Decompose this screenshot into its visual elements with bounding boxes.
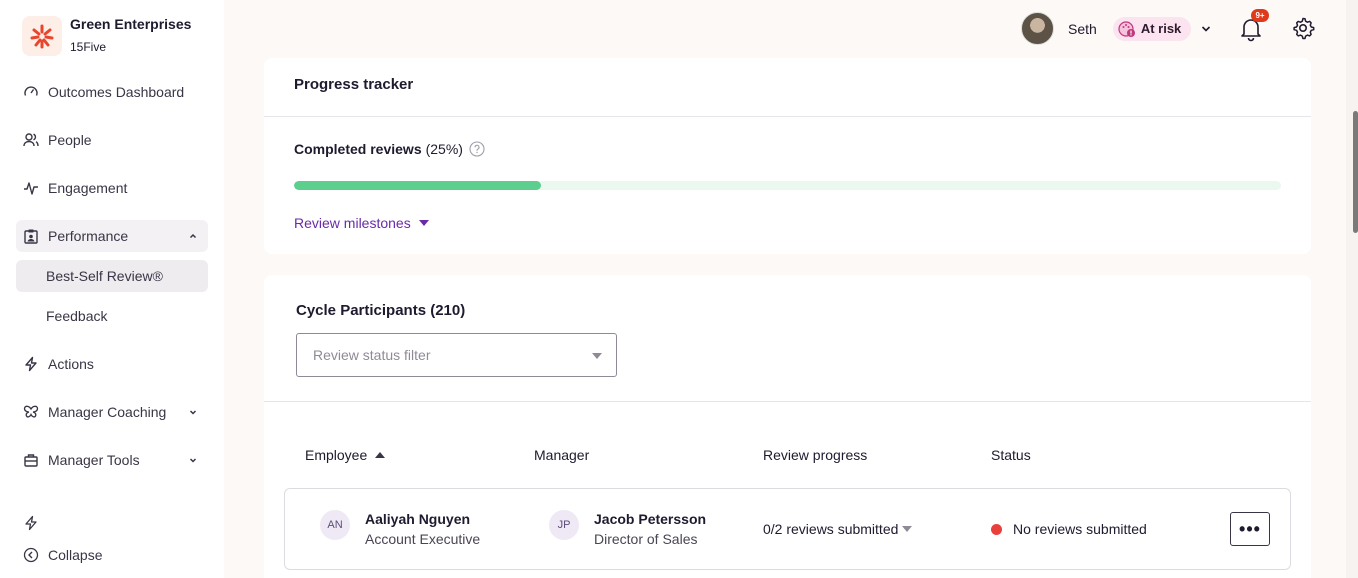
status-dot: [991, 523, 1002, 535]
column-header-employee[interactable]: Employee: [305, 447, 386, 463]
chevron-up-icon: [189, 233, 197, 239]
completed-reviews-percent: (25%): [425, 141, 463, 157]
progress-tracker-title: Progress tracker: [294, 76, 414, 93]
caret-down-icon: [418, 220, 429, 226]
sidebar-item-label: Feedback: [46, 308, 108, 324]
notification-count-badge: 9+: [1251, 9, 1269, 22]
bolt-icon: [22, 514, 40, 532]
palette-alert-icon: [1118, 20, 1135, 37]
column-header-review-progress: Review progress: [763, 447, 867, 463]
sidebar-item-actions[interactable]: Actions: [16, 348, 208, 380]
sidebar-item-manager-tools[interactable]: Manager Tools: [16, 444, 208, 476]
chevron-left-circle-icon: [22, 546, 40, 564]
gauge-icon: [22, 83, 40, 101]
sidebar-item-feedback[interactable]: Feedback: [16, 300, 208, 332]
clipboard-user-icon: [22, 227, 40, 245]
manager-role: Director of Sales: [594, 531, 698, 547]
sidebar-item-label: Engagement: [48, 180, 128, 196]
scrollbar-track[interactable]: [1346, 0, 1358, 578]
employee-name[interactable]: Aaliyah Nguyen: [365, 511, 470, 527]
filter-placeholder: Review status filter: [313, 347, 431, 363]
butterfly-icon: [22, 403, 40, 421]
column-header-status: Status: [991, 447, 1031, 463]
org-name: Green Enterprises: [70, 16, 192, 32]
chevron-down-icon: [189, 458, 197, 463]
progress-bar-fill: [294, 181, 541, 190]
sidebar-item-people[interactable]: People: [16, 124, 208, 156]
completed-reviews: Completed reviews (25%): [294, 141, 485, 157]
chevron-down-icon[interactable]: [1199, 22, 1213, 36]
people-icon: [22, 131, 40, 149]
quick-actions-bolt[interactable]: [16, 507, 48, 539]
collapse-label: Collapse: [48, 547, 103, 563]
review-progress-text: 0/2 reviews submitted: [763, 521, 899, 537]
manager-name[interactable]: Jacob Petersson: [594, 511, 706, 527]
status-cell: No reviews submitted: [991, 521, 1147, 537]
review-milestones-label: Review milestones: [294, 215, 411, 231]
org-subtitle: 15Five: [70, 40, 107, 54]
sidebar-item-label: Actions: [48, 356, 94, 372]
sidebar-item-label: Best-Self Review®: [46, 268, 163, 284]
review-milestones-toggle[interactable]: Review milestones: [294, 215, 429, 231]
completed-reviews-progress-bar: [294, 181, 1281, 190]
status-text: No reviews submitted: [1013, 521, 1147, 537]
user-menu[interactable]: Seth At risk: [1021, 12, 1213, 45]
help-circle-icon[interactable]: [469, 141, 485, 157]
sidebar-item-label: Manager Coaching: [48, 404, 167, 420]
column-header-label: Manager: [534, 447, 590, 463]
sidebar-item-label: People: [48, 132, 92, 148]
user-name: Seth: [1068, 20, 1097, 37]
pulse-icon: [22, 179, 40, 197]
bolt-icon: [22, 355, 40, 373]
review-progress-dropdown[interactable]: 0/2 reviews submitted: [763, 521, 913, 537]
risk-label: At risk: [1140, 21, 1182, 36]
caret-down-icon: [592, 353, 602, 359]
table-row[interactable]: AN Aaliyah Nguyen Account Executive JP J…: [284, 488, 1291, 570]
avatar: [1021, 12, 1054, 45]
sort-ascending-icon: [375, 452, 386, 458]
employee-avatar: AN: [320, 510, 350, 540]
cycle-participants-card: Cycle Participants (210) Review status f…: [264, 275, 1311, 578]
scrollbar-thumb[interactable]: [1353, 111, 1358, 233]
divider: [264, 401, 1311, 402]
divider: [264, 116, 1311, 117]
manager-avatar: JP: [549, 510, 579, 540]
org-switcher[interactable]: Green Enterprises 15Five: [22, 16, 191, 56]
sidebar-item-label: Performance: [48, 228, 129, 244]
gear-icon[interactable]: [1291, 16, 1315, 40]
sidebar-item-engagement[interactable]: Engagement: [16, 172, 208, 204]
15five-logo: [22, 16, 62, 56]
caret-down-icon: [902, 526, 913, 532]
toolbox-icon: [22, 451, 40, 469]
more-options-button[interactable]: •••: [1230, 512, 1270, 546]
review-status-filter[interactable]: Review status filter: [296, 333, 617, 377]
sidebar-item-outcomes-dashboard[interactable]: Outcomes Dashboard: [16, 76, 208, 108]
column-header-label: Employee: [305, 447, 368, 463]
employee-role: Account Executive: [365, 531, 481, 547]
sidebar-item-performance[interactable]: Performance: [16, 220, 208, 252]
cycle-participants-title: Cycle Participants (210): [296, 302, 466, 319]
risk-status-badge[interactable]: At risk: [1112, 16, 1192, 41]
sidebar: Green Enterprises 15Five Outcomes Dashbo…: [0, 0, 224, 578]
completed-reviews-label: Completed reviews: [294, 141, 422, 157]
chevron-down-icon: [189, 410, 197, 415]
sidebar-item-manager-coaching[interactable]: Manager Coaching: [16, 396, 208, 428]
column-header-label: Review progress: [763, 447, 868, 463]
sidebar-item-label: Manager Tools: [48, 452, 140, 468]
column-header-manager: Manager: [534, 447, 589, 463]
progress-tracker-card: Progress tracker Completed reviews (25%)…: [264, 58, 1311, 254]
column-header-label: Status: [991, 447, 1031, 463]
sidebar-item-best-self-review[interactable]: Best-Self Review®: [16, 260, 208, 292]
collapse-button[interactable]: Collapse: [16, 539, 208, 571]
sidebar-item-label: Outcomes Dashboard: [48, 84, 185, 100]
